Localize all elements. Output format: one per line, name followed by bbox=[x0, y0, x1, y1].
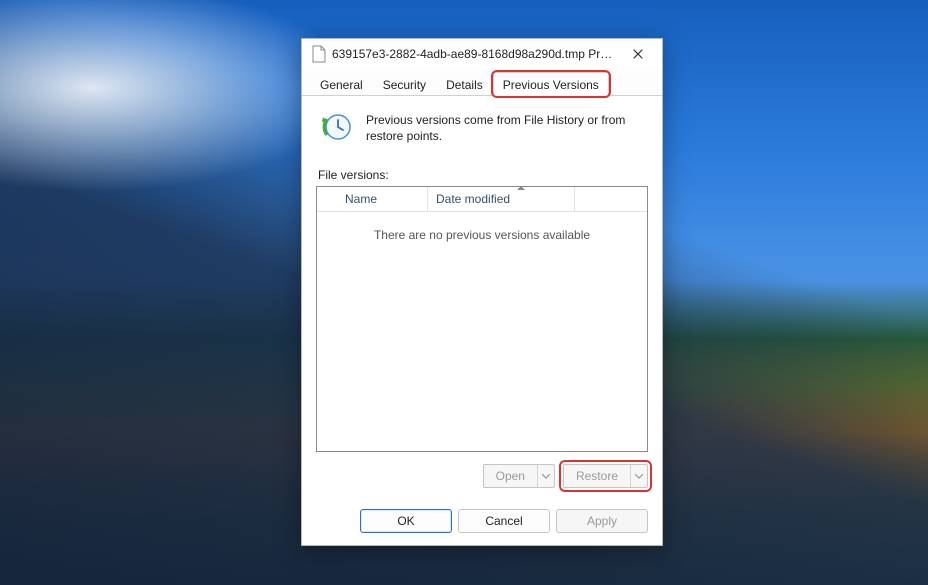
tab-previous-versions[interactable]: Previous Versions bbox=[493, 72, 609, 96]
open-button-dropdown[interactable] bbox=[537, 465, 554, 487]
versions-empty-message: There are no previous versions available bbox=[317, 212, 647, 451]
restore-button-dropdown[interactable] bbox=[630, 465, 647, 487]
column-spacer[interactable] bbox=[574, 187, 647, 211]
versions-list[interactable]: Name Date modified There are no previous… bbox=[316, 186, 648, 452]
cancel-button[interactable]: Cancel bbox=[458, 509, 550, 533]
open-button-label: Open bbox=[484, 465, 537, 487]
apply-button[interactable]: Apply bbox=[556, 509, 648, 533]
file-versions-label: File versions: bbox=[318, 168, 648, 182]
window-title: 639157e3-2882-4adb-ae89-8168d98a290d.tmp… bbox=[332, 47, 614, 61]
close-button[interactable] bbox=[620, 40, 656, 68]
column-headers: Name Date modified bbox=[317, 187, 647, 212]
tab-content: Previous versions come from File History… bbox=[302, 96, 662, 495]
action-row: Open Restore bbox=[316, 452, 648, 488]
history-clock-icon bbox=[320, 110, 354, 144]
tab-details[interactable]: Details bbox=[436, 72, 493, 96]
open-button[interactable]: Open bbox=[483, 464, 555, 488]
file-icon bbox=[312, 45, 326, 63]
titlebar[interactable]: 639157e3-2882-4adb-ae89-8168d98a290d.tmp… bbox=[302, 39, 662, 69]
column-date-modified[interactable]: Date modified bbox=[427, 187, 574, 211]
sort-caret-icon bbox=[517, 186, 525, 190]
info-text: Previous versions come from File History… bbox=[366, 110, 648, 144]
tab-general[interactable]: General bbox=[310, 72, 373, 96]
tab-strip: General Security Details Previous Versio… bbox=[302, 69, 662, 96]
restore-button-label: Restore bbox=[564, 465, 630, 487]
info-row: Previous versions come from File History… bbox=[316, 106, 648, 158]
tab-previous-versions-label: Previous Versions bbox=[503, 78, 599, 92]
properties-dialog: 639157e3-2882-4adb-ae89-8168d98a290d.tmp… bbox=[301, 38, 663, 546]
tab-security[interactable]: Security bbox=[373, 72, 436, 96]
column-name[interactable]: Name bbox=[317, 187, 427, 211]
dialog-footer: OK Cancel Apply bbox=[302, 495, 662, 545]
ok-button[interactable]: OK bbox=[360, 509, 452, 533]
restore-button[interactable]: Restore bbox=[563, 464, 648, 488]
